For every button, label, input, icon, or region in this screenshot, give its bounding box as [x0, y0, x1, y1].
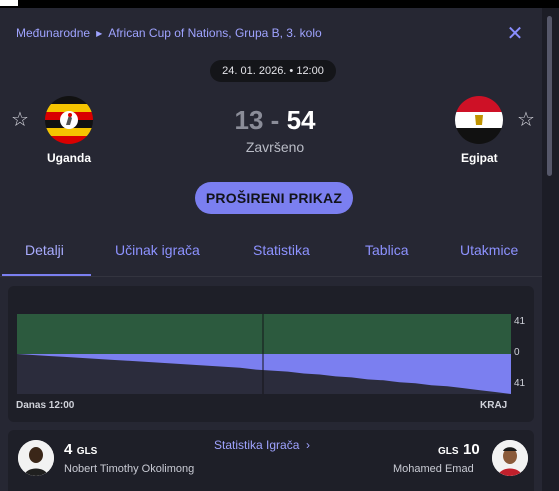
home-goals-count: 4: [64, 441, 73, 458]
player-stats-link[interactable]: Statistika Igrača ›: [214, 438, 310, 452]
away-player-name[interactable]: Mohamed Emad: [393, 463, 474, 475]
home-player-avatar[interactable]: [18, 440, 54, 476]
away-player-goals: GLS 10: [438, 441, 480, 459]
home-player-name[interactable]: Nobert Timothy Okolimong: [64, 463, 194, 475]
chart-end-label: KRAJ: [480, 400, 508, 411]
axis-label-top: 41: [514, 316, 526, 327]
away-goals-count: 10: [463, 441, 480, 458]
momentum-chart: [17, 314, 511, 394]
player-stats-link-label: Statistika Igrača: [214, 438, 300, 452]
chevron-right-icon: ›: [302, 438, 311, 452]
home-player-goals: 4 GLS: [64, 441, 97, 459]
home-goals-unit: GLS: [76, 446, 98, 457]
axis-label-mid: 0: [514, 347, 520, 358]
away-player-avatar[interactable]: [492, 440, 528, 476]
chart-start-label: Danas 12:00: [16, 400, 75, 411]
axis-label-bottom: 41: [514, 378, 526, 389]
home-momentum-region: [17, 314, 511, 354]
away-goals-unit: GLS: [438, 446, 459, 457]
